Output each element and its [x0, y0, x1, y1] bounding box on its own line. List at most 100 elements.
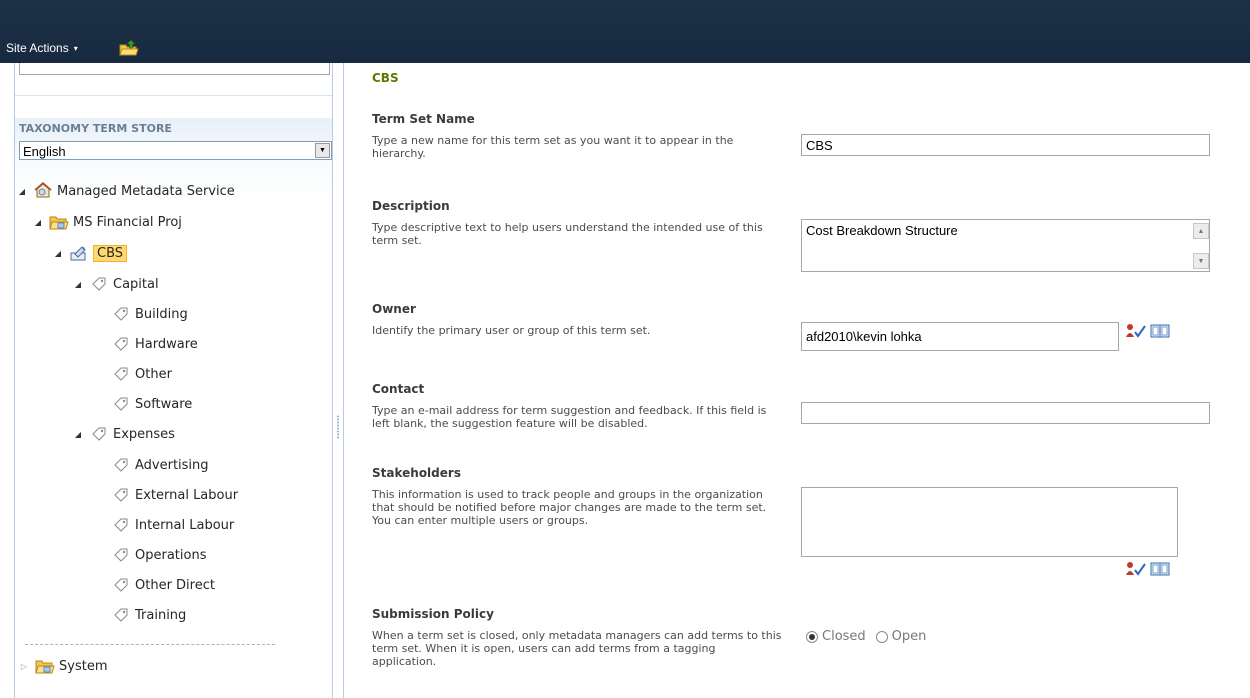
- owner-desc: Identify the primary user or group of th…: [372, 324, 651, 337]
- check-names-icon[interactable]: [1125, 323, 1147, 339]
- term-tag-icon: [111, 456, 131, 474]
- description-textarea[interactable]: Cost Breakdown Structure ▲ ▼: [801, 219, 1210, 272]
- metadata-service-icon: [33, 182, 53, 200]
- term-tag-icon: [111, 395, 131, 413]
- term-set-name-title: Term Set Name: [372, 112, 475, 126]
- tree-node-label: Other Direct: [135, 577, 215, 593]
- browse-address-book-icon[interactable]: [1149, 561, 1171, 577]
- scroll-up-icon[interactable]: ▲: [1193, 223, 1209, 239]
- term-tag-icon: [111, 516, 131, 534]
- tree-search-input[interactable]: [19, 63, 330, 75]
- language-select[interactable]: English ▼: [19, 141, 332, 160]
- stakeholders-desc: This information is used to track people…: [372, 488, 767, 527]
- tree-node-label: System: [59, 658, 108, 674]
- tree-node-external-labour[interactable]: External Labour: [95, 484, 238, 506]
- expand-toggle-icon[interactable]: ◢: [73, 430, 83, 439]
- tree-node-hardware[interactable]: Hardware: [95, 333, 198, 355]
- expand-toggle-icon[interactable]: ◢: [53, 249, 63, 258]
- group-folder-icon: [35, 657, 55, 675]
- closed-radio-label: Closed: [822, 629, 866, 644]
- tree-node-capital[interactable]: ◢ Capital: [73, 273, 159, 295]
- term-tag-icon: [89, 275, 109, 293]
- tree-node-cbs[interactable]: ◢ CBS: [53, 242, 128, 264]
- divider: [15, 95, 332, 96]
- tree-node-label: Software: [135, 396, 193, 412]
- submission-policy-title: Submission Policy: [372, 607, 494, 621]
- submission-policy-desc: When a term set is closed, only metadata…: [372, 629, 782, 668]
- term-tag-icon: [89, 425, 109, 443]
- description-desc: Type descriptive text to help users unde…: [372, 221, 763, 247]
- site-actions-menu[interactable]: Site Actions ▾: [6, 39, 78, 57]
- expand-toggle-icon[interactable]: ◢: [73, 280, 83, 289]
- owner-input[interactable]: afd2010\kevin lohka: [801, 322, 1119, 351]
- browse-address-book-icon[interactable]: [1149, 323, 1171, 339]
- tree-node-other-direct[interactable]: Other Direct: [95, 574, 215, 596]
- top-ribbon: Site Actions ▾: [0, 0, 1250, 63]
- tree-node-advertising[interactable]: Advertising: [95, 454, 209, 476]
- navigate-up-folder-icon[interactable]: [119, 39, 139, 57]
- term-set-icon: [69, 244, 89, 262]
- stakeholders-input[interactable]: [801, 487, 1178, 557]
- tree-node-managed-metadata-service[interactable]: ◢ Managed Metadata Service: [17, 180, 235, 202]
- tree-node-label: Building: [135, 306, 188, 322]
- open-radio[interactable]: [875, 630, 888, 643]
- term-tag-icon: [111, 546, 131, 564]
- stakeholders-title: Stakeholders: [372, 466, 461, 480]
- tree-node-expenses[interactable]: ◢ Expenses: [73, 423, 175, 445]
- tree-node-label: Expenses: [113, 426, 175, 442]
- chevron-down-icon[interactable]: ▼: [315, 143, 330, 158]
- term-tag-icon: [111, 606, 131, 624]
- check-names-icon[interactable]: [1125, 561, 1147, 577]
- divider: [343, 63, 344, 698]
- pane-splitter-handle[interactable]: [337, 415, 339, 439]
- expand-toggle-icon[interactable]: ◢: [17, 187, 27, 196]
- term-tag-icon: [111, 576, 131, 594]
- term-tag-icon: [111, 365, 131, 383]
- term-set-heading: CBS: [372, 71, 399, 85]
- tree-node-other[interactable]: Other: [95, 363, 172, 385]
- tree-node-label-selected: CBS: [93, 244, 128, 262]
- tree-node-label: Other: [135, 366, 172, 382]
- tree-node-label: Managed Metadata Service: [57, 183, 235, 199]
- contact-email-input[interactable]: [801, 402, 1210, 424]
- term-tag-icon: [111, 486, 131, 504]
- tree-node-operations[interactable]: Operations: [95, 544, 206, 566]
- tree-node-software[interactable]: Software: [95, 393, 192, 415]
- closed-radio[interactable]: [806, 630, 818, 643]
- term-set-name-desc: Type a new name for this term set as you…: [372, 134, 734, 160]
- expand-toggle-icon[interactable]: ◢: [33, 218, 43, 227]
- term-store-title: TAXONOMY TERM STORE: [19, 122, 172, 135]
- tree-node-ms-financial-proj[interactable]: ◢ MS Financial Proj: [33, 211, 182, 233]
- tree-node-internal-labour[interactable]: Internal Labour: [95, 514, 234, 536]
- tree-node-label: Training: [135, 607, 187, 623]
- tree-node-label: Operations: [135, 547, 207, 563]
- term-store-tree-pane: TAXONOMY TERM STORE English ▼ ◢ Managed …: [14, 63, 333, 698]
- tree-node-label: MS Financial Proj: [73, 214, 182, 230]
- site-actions-label: Site Actions: [6, 41, 69, 55]
- chevron-down-icon: ▾: [73, 43, 78, 53]
- contact-desc: Type an e-mail address for term suggesti…: [372, 404, 767, 430]
- tree-node-training[interactable]: Training: [95, 604, 186, 626]
- term-tag-icon: [111, 305, 131, 323]
- description-value: Cost Breakdown Structure: [806, 223, 958, 238]
- term-set-name-value: CBS: [806, 138, 833, 153]
- tree-node-label: Advertising: [135, 457, 209, 473]
- tree-node-building[interactable]: Building: [95, 303, 188, 325]
- owner-title: Owner: [372, 302, 416, 316]
- description-title: Description: [372, 199, 450, 213]
- tree-node-system[interactable]: ▷ System: [19, 655, 107, 677]
- expand-toggle-icon[interactable]: ▷: [19, 662, 29, 671]
- tree-node-label: Capital: [113, 276, 159, 292]
- term-set-name-input[interactable]: CBS: [801, 134, 1210, 156]
- tree-node-label: Hardware: [135, 336, 198, 352]
- tree-node-label: Internal Labour: [135, 517, 235, 533]
- group-folder-icon: [49, 213, 69, 231]
- open-radio-label: Open: [891, 629, 927, 644]
- submission-policy-radio-group: Closed Open: [806, 629, 926, 644]
- term-tag-icon: [111, 335, 131, 353]
- language-select-value: English: [23, 144, 66, 159]
- tree-divider: [25, 644, 275, 645]
- scroll-down-icon[interactable]: ▼: [1193, 253, 1209, 269]
- owner-value: afd2010\kevin lohka: [806, 329, 922, 344]
- contact-title: Contact: [372, 382, 425, 396]
